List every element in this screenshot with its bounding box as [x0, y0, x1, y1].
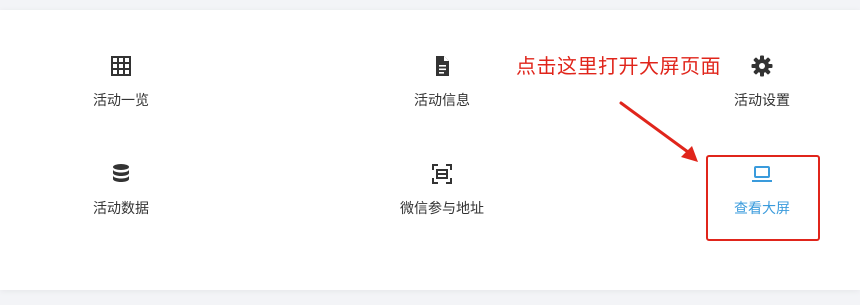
tile-label: 活动数据 — [93, 201, 149, 217]
gear-icon — [751, 55, 773, 77]
tile-view-big-screen[interactable]: 查看大屏 — [682, 162, 842, 252]
laptop-icon — [752, 166, 772, 182]
grid-icon — [111, 56, 131, 76]
tile-activity-data[interactable]: 活动数据 — [41, 162, 201, 252]
tile-label: 活动信息 — [414, 93, 470, 109]
document-icon — [436, 56, 449, 76]
tile-label: 查看大屏 — [734, 201, 790, 217]
tile-label: 活动设置 — [734, 93, 790, 109]
scan-frame-icon — [432, 164, 452, 184]
tile-label: 微信参与地址 — [400, 201, 484, 217]
database-icon — [113, 164, 129, 182]
tile-label: 活动一览 — [93, 93, 149, 109]
tile-wechat-join-url[interactable]: 微信参与地址 — [362, 162, 522, 252]
annotation-text: 点击这里打开大屏页面 — [516, 54, 721, 78]
tile-activity-overview[interactable]: 活动一览 — [41, 54, 201, 144]
tile-activity-info[interactable]: 活动信息 — [362, 54, 522, 144]
